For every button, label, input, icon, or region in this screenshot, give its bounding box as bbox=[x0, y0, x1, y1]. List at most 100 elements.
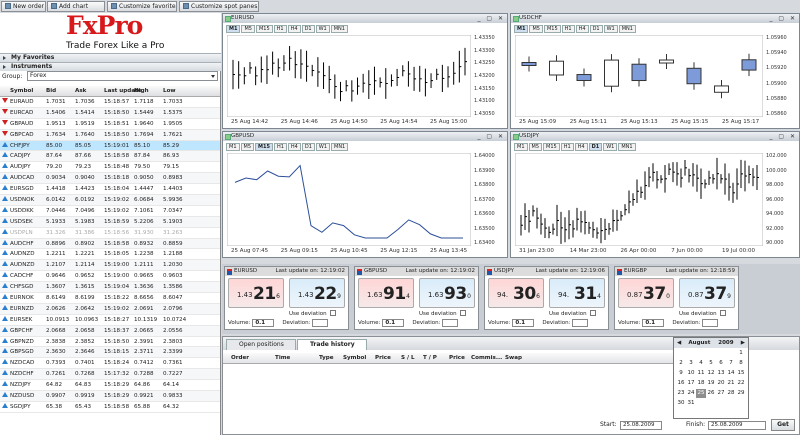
timeframe-m15[interactable]: M15 bbox=[543, 143, 560, 151]
timeframe-m15[interactable]: M15 bbox=[255, 143, 273, 151]
calendar-day[interactable]: 21 bbox=[726, 379, 736, 388]
timeframe-mn1[interactable]: MN1 bbox=[330, 25, 348, 33]
timeframe-mn1[interactable]: MN1 bbox=[331, 143, 349, 151]
calendar-day[interactable]: 8 bbox=[736, 359, 746, 368]
calendar-day[interactable]: 14 bbox=[726, 369, 736, 378]
calendar-day[interactable]: 19 bbox=[706, 379, 716, 388]
timeframe-d1[interactable]: D1 bbox=[589, 25, 603, 33]
table-row[interactable]: NZDCHF 0.7261 0.7268 15:17:32 0.7288 0.7227 bbox=[0, 369, 220, 381]
table-row[interactable]: USDSEK 5.1933 5.1983 15:18:59 5.2206 5.1903 bbox=[0, 216, 220, 228]
calendar-day[interactable]: 2 bbox=[676, 359, 686, 368]
instruments-section[interactable]: Instruments bbox=[0, 62, 221, 71]
timeframe-d1[interactable]: D1 bbox=[301, 25, 315, 33]
timeframe-h4[interactable]: H4 bbox=[575, 25, 589, 33]
use-deviation-checkbox[interactable] bbox=[329, 310, 336, 316]
table-row[interactable]: CADCHF 0.9646 0.9652 15:19:00 0.9665 0.9603 bbox=[0, 271, 220, 283]
window-controls[interactable]: _ ▢ ✕ bbox=[769, 133, 797, 140]
table-row[interactable]: EURSEK 10.0913 10.0963 15:18:27 10.1319 10.07… bbox=[0, 315, 220, 326]
history-column-header[interactable]: Time bbox=[267, 353, 311, 363]
table-row[interactable]: AUDCAD 0.9034 0.9040 15:18:18 0.9050 0.8983 bbox=[0, 173, 220, 185]
timeframe-w1[interactable]: W1 bbox=[603, 143, 618, 151]
use-deviation[interactable]: Use deviation bbox=[289, 310, 336, 317]
calendar-day[interactable]: 7 bbox=[726, 359, 736, 368]
calendar-day[interactable]: 3 bbox=[686, 359, 696, 368]
table-row[interactable]: EURCAD 1.5406 1.5414 15:18:50 1.5449 1.5375 bbox=[0, 107, 220, 119]
history-column-header[interactable]: T / P bbox=[415, 353, 441, 363]
deviation-field[interactable] bbox=[442, 319, 459, 327]
calendar-day[interactable]: 15 bbox=[736, 369, 746, 378]
price-plot[interactable] bbox=[227, 153, 471, 246]
calendar-day[interactable]: 18 bbox=[696, 379, 706, 388]
window-controls[interactable]: _ ▢ ✕ bbox=[477, 133, 505, 140]
timeframe-d1[interactable]: D1 bbox=[588, 143, 603, 151]
chart-window-usdchf[interactable]: USDCHF _ ▢ ✕ M1 M5 M15 H1 H4 D1 W1 MN1 1.05960 1.05… bbox=[510, 13, 800, 129]
chart-window-usdjpy[interactable]: USDJPY _ ▢ ✕ M1 M5 M15 H1 H4 D1 W1 MN1 102.000 100.… bbox=[510, 131, 800, 258]
table-row[interactable]: CHFSGD 1.3607 1.3615 15:19:04 1.3636 1.3586 bbox=[0, 282, 220, 294]
calendar-day[interactable]: 22 bbox=[736, 379, 746, 388]
table-row[interactable]: GBPSGD 2.3630 2.3646 15:18:15 2.3711 2.3399 bbox=[0, 347, 220, 359]
timeframe-m15[interactable]: M15 bbox=[255, 25, 273, 33]
timeframe-h1[interactable]: H1 bbox=[560, 143, 574, 151]
column-header[interactable]: Bid bbox=[46, 86, 75, 96]
volume-select[interactable]: 0.1 bbox=[642, 319, 665, 327]
timeframe-w1[interactable]: W1 bbox=[315, 143, 330, 151]
calendar-day[interactable]: 31 bbox=[686, 399, 696, 408]
table-row[interactable]: AUDNZD 1.2107 1.2114 15:19:00 1.2111 1.2030 bbox=[0, 260, 220, 272]
table-row[interactable]: USDNOK 6.0142 6.0192 15:19:02 6.0684 5.9936 bbox=[0, 195, 220, 206]
calendar-day[interactable]: 6 bbox=[716, 359, 726, 368]
timeframe-m5[interactable]: M5 bbox=[528, 143, 542, 151]
price-plot[interactable] bbox=[515, 153, 763, 246]
calendar-day[interactable]: 30 bbox=[676, 399, 686, 408]
calendar-day[interactable]: 16 bbox=[676, 379, 686, 388]
start-date-field[interactable]: 25.08.2009 bbox=[620, 421, 662, 430]
history-column-header[interactable]: Symbol bbox=[335, 353, 367, 363]
tab-trade-history[interactable]: Trade history bbox=[297, 339, 367, 350]
group-select[interactable]: Forex bbox=[27, 71, 218, 81]
calendar-day[interactable]: 20 bbox=[716, 379, 726, 388]
table-row[interactable]: GBPNZD 2.3838 2.3852 15:18:50 2.3991 2.3803 bbox=[0, 337, 220, 348]
window-controls[interactable]: _ ▢ ✕ bbox=[769, 15, 797, 22]
sell-button[interactable]: 1.63 91 4 bbox=[358, 278, 414, 308]
timeframe-h1[interactable]: H1 bbox=[273, 143, 287, 151]
table-row[interactable]: AUDCHF 0.8896 0.8902 15:18:58 0.8932 0.8859 bbox=[0, 238, 220, 250]
calendar-day[interactable]: 24 bbox=[686, 389, 696, 398]
column-header[interactable]: Ask bbox=[75, 86, 104, 96]
history-column-header[interactable]: Price bbox=[441, 353, 465, 363]
use-deviation-checkbox[interactable] bbox=[719, 310, 726, 316]
timeframe-h4[interactable]: H4 bbox=[287, 143, 301, 151]
timeframe-mn1[interactable]: MN1 bbox=[618, 25, 636, 33]
timeframe-m5[interactable]: M5 bbox=[240, 143, 254, 151]
table-row[interactable]: GBPCHF 2.0668 2.0658 15:18:37 2.0665 2.0556 bbox=[0, 325, 220, 337]
window-controls[interactable]: _ ▢ ✕ bbox=[477, 15, 505, 22]
table-row[interactable]: GBPCAD 1.7634 1.7640 15:18:50 1.7694 1.7621 bbox=[0, 129, 220, 141]
calendar-day[interactable]: 9 bbox=[676, 369, 686, 378]
history-column-header[interactable]: Commis... bbox=[463, 353, 502, 363]
timeframe-m1[interactable]: M1 bbox=[226, 143, 240, 151]
table-row[interactable]: USDPLN 31.326 31.386 15:18:56 31.930 31.263 bbox=[0, 228, 220, 239]
calendar-day[interactable]: 29 bbox=[736, 389, 746, 398]
table-row[interactable]: NZDJPY 64.82 64.83 15:18:29 64.86 64.14 bbox=[0, 380, 220, 392]
sell-button[interactable]: 0.87 37 0 bbox=[618, 278, 674, 308]
timeframe-mn1[interactable]: MN1 bbox=[618, 143, 636, 151]
use-deviation-checkbox[interactable] bbox=[459, 310, 466, 316]
timeframe-d1[interactable]: D1 bbox=[301, 143, 315, 151]
calendar-day[interactable]: 12 bbox=[706, 369, 716, 378]
calendar-day[interactable]: 28 bbox=[726, 389, 736, 398]
history-column-header[interactable]: Swap bbox=[497, 353, 527, 363]
date-picker[interactable]: ◀ August 2009 ▶ 1 2 3 4 5 6 7 8 9 10 11 12 13 14 15 16 1… bbox=[673, 337, 749, 419]
chart-window-eurusd[interactable]: EURUSD _ ▢ ✕ M1 M5 M15 H1 H4 D1 W1 MN1 1.43350 1.43… bbox=[222, 13, 508, 129]
deviation-field[interactable] bbox=[702, 319, 719, 327]
buy-button[interactable]: 0.87 37 9 bbox=[679, 278, 735, 308]
timeframe-m1[interactable]: M1 bbox=[226, 25, 241, 33]
history-column-header[interactable]: Type bbox=[311, 353, 335, 363]
timeframe-m1[interactable]: M1 bbox=[514, 25, 529, 33]
use-deviation[interactable]: Use deviation bbox=[679, 310, 726, 317]
price-plot[interactable] bbox=[227, 35, 471, 117]
table-row[interactable]: AUDNZD 1.2211 1.2221 15:18:05 1.2238 1.2188 bbox=[0, 249, 220, 261]
timeframe-h1[interactable]: H1 bbox=[561, 25, 575, 33]
deviation-field[interactable] bbox=[312, 319, 329, 327]
history-column-header[interactable]: S / L bbox=[393, 353, 415, 363]
chart-window-gbpusd[interactable]: GBPUSD _ ▢ ✕ M1 M5 M15 H1 H4 D1 W1 MN1 1.64000 1.63… bbox=[222, 131, 508, 258]
timeframe-h4[interactable]: H4 bbox=[574, 143, 588, 151]
volume-select[interactable]: 0.1 bbox=[382, 319, 405, 327]
